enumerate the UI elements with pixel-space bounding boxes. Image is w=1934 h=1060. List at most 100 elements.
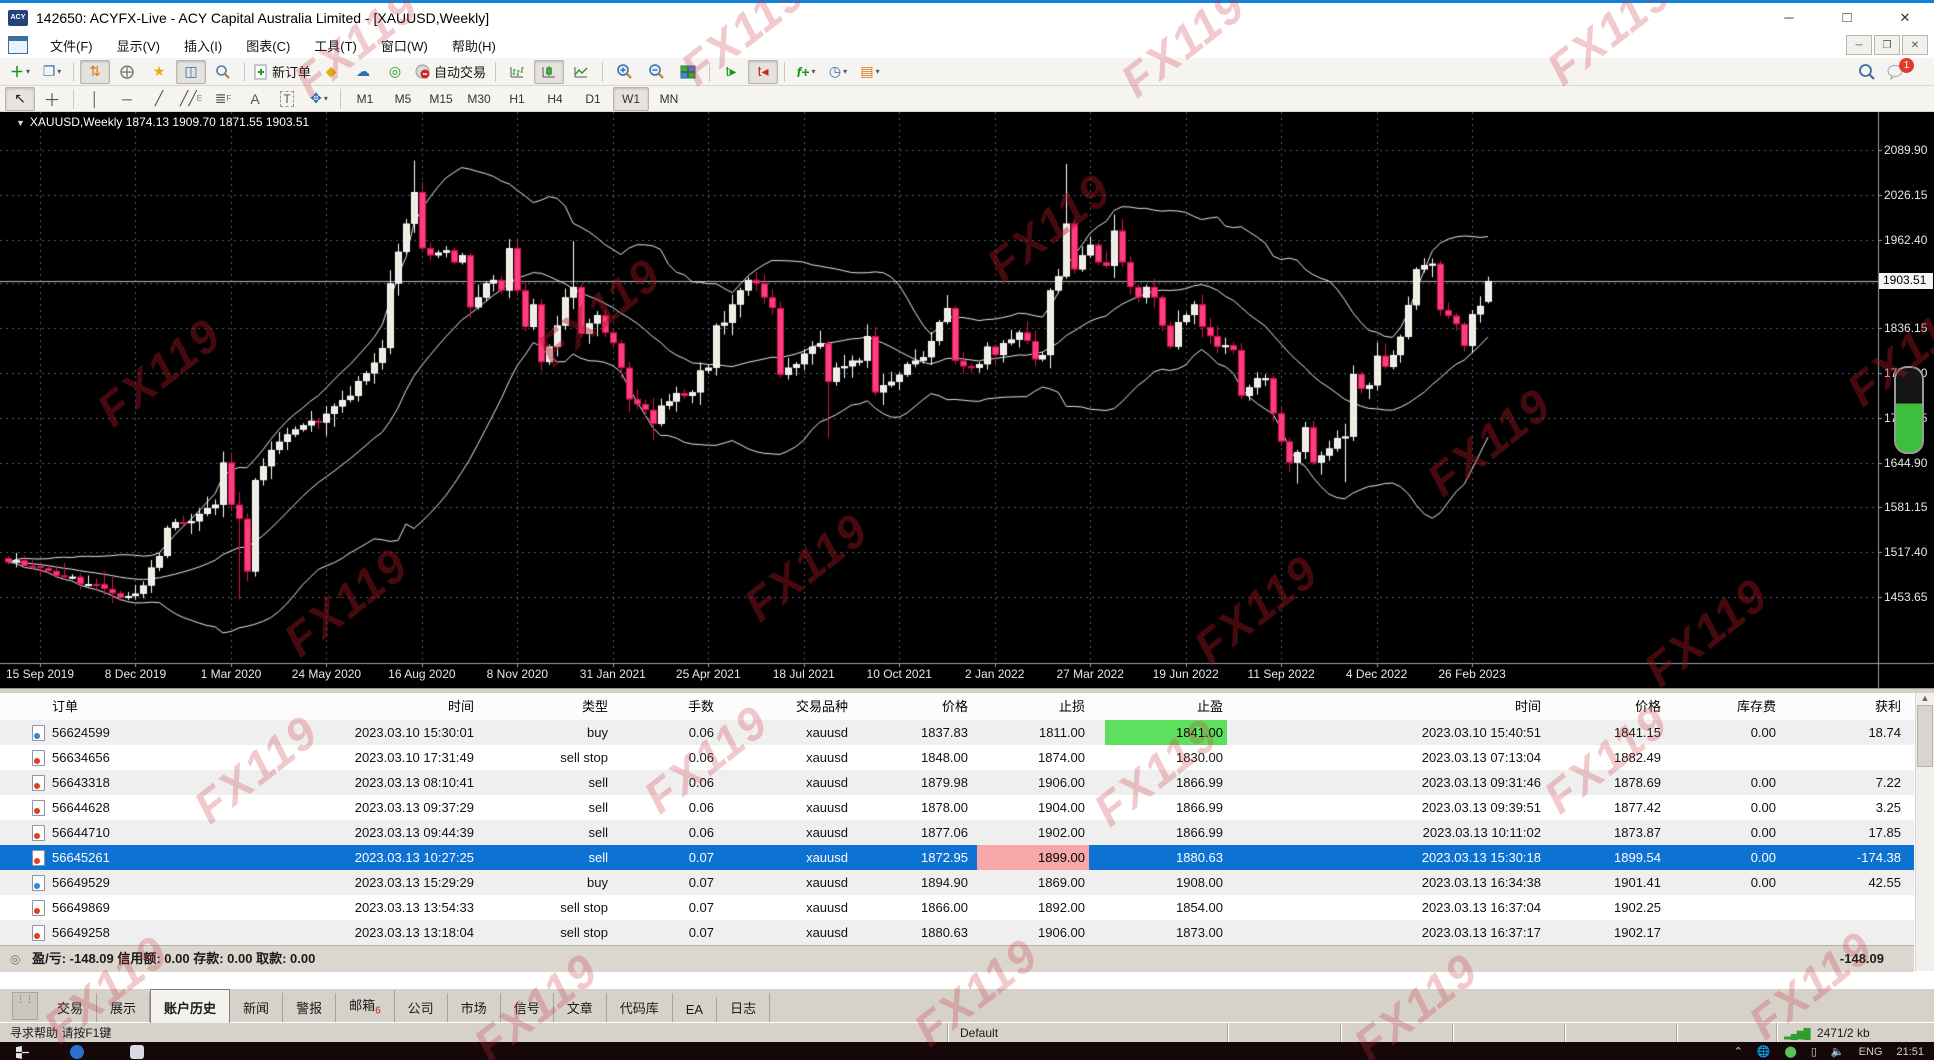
tray-chevron-icon[interactable]: ⌃ [1734,1045,1743,1058]
menu-item-5[interactable]: 工具(T) [302,32,369,59]
horizontal-line-tool-button[interactable]: ─ [112,87,142,111]
text-tool-button[interactable]: A [240,87,270,111]
table-row[interactable]: 566452612023.03.13 10:27:25sell0.07xauus… [0,845,1914,870]
tab-信号[interactable]: 信号 [501,993,554,1023]
bar-chart-type-button[interactable] [502,60,532,84]
tab-邮箱[interactable]: 邮箱6 [336,990,395,1023]
timeframe-button-h4[interactable]: H4 [537,87,573,111]
column-header-time[interactable]: 时间 [260,694,478,719]
column-header-lots[interactable]: 手数 [616,694,718,719]
column-header-profit[interactable]: 获利 [1762,694,1905,719]
tray-monitor-icon[interactable]: ▯ [1811,1045,1817,1058]
crosshair-tool-button[interactable]: ＋ [37,87,67,111]
menu-item-3[interactable]: 插入(I) [172,32,234,59]
profiles-button[interactable]: ❐▾ [37,60,67,84]
vertical-line-tool-button[interactable]: │ [80,87,110,111]
notifications-icon[interactable]: 1 [1884,60,1923,84]
timeframe-button-m5[interactable]: M5 [385,87,421,111]
tray-clock[interactable]: 21:51 [1896,1046,1924,1058]
price-chart-canvas[interactable] [0,112,1934,688]
broadcast-button[interactable]: ◎ [380,60,410,84]
column-header-sl[interactable]: 止损 [977,694,1089,719]
templates-button[interactable]: ▤▾ [855,60,885,84]
window-maximize-button[interactable]: □ [1818,3,1876,32]
table-row[interactable]: 566447102023.03.13 09:44:39sell0.06xauus… [0,820,1914,845]
metaeditor-button[interactable]: ◆ [316,60,346,84]
history-table-header[interactable]: 订单时间类型手数交易品种价格止损止盈时间价格库存费获利 [0,693,1914,721]
timeframe-button-m1[interactable]: M1 [347,87,383,111]
table-row[interactable]: 566433182023.03.13 08:10:41sell0.06xauus… [0,770,1914,795]
scrollbar-thumb[interactable] [1917,705,1933,767]
column-header-tp[interactable]: 止盈 [1105,694,1227,719]
tab-市场[interactable]: 市场 [448,993,501,1023]
windows-start-icon[interactable] [16,1046,29,1059]
timeframe-button-h1[interactable]: H1 [499,87,535,111]
status-profile-selector[interactable]: Default [948,1023,1228,1043]
zoom-in-button[interactable] [609,60,639,84]
tab-展示[interactable]: 展示 [97,993,150,1023]
menu-item-4[interactable]: 图表(C) [234,32,302,59]
zoom-out-button[interactable] [641,60,671,84]
chart-minimize-button[interactable]: ─ [1846,35,1872,55]
panel-grip-handle[interactable]: ⋮⋮ [12,992,38,1020]
tile-windows-button[interactable] [673,60,703,84]
mql5-community-button[interactable]: ☁ [348,60,378,84]
window-close-button[interactable]: ✕ [1876,3,1934,32]
table-row[interactable]: 566346562023.03.10 17:31:49sell stop0.06… [0,745,1914,770]
tab-文章[interactable]: 文章 [554,993,607,1023]
menu-item-7[interactable]: 帮助(H) [440,32,508,59]
terminal-button[interactable]: ◫ [176,60,206,84]
timeframe-button-m30[interactable]: M30 [461,87,497,111]
chart-shift-button[interactable]: t◂ [748,60,778,84]
table-row[interactable]: 566446282023.03.13 09:37:29sell0.06xauus… [0,795,1914,820]
channel-tool-button[interactable]: ╱╱E [176,87,206,111]
periods-button[interactable]: ◷▾ [823,60,853,84]
taskbar-app-icon[interactable] [70,1045,84,1059]
chart-close-button[interactable]: ✕ [1902,35,1928,55]
tab-警报[interactable]: 警报 [283,993,336,1023]
scroll-up-icon[interactable]: ▲ [1921,693,1930,703]
auto-scroll-button[interactable]: t▸ [716,60,746,84]
tray-network-icon[interactable]: 🌐 [1757,1045,1771,1058]
new-chart-button[interactable]: ＋▾ [5,60,35,84]
tab-交易[interactable]: 交易 [44,993,97,1023]
taskbar-app-icon[interactable] [130,1045,144,1059]
column-header-cprice[interactable]: 价格 [1543,694,1665,719]
trendline-tool-button[interactable]: ╱ [144,87,174,111]
navigator-button[interactable]: ★ [144,60,174,84]
market-watch-button[interactable]: ⇅ [80,60,110,84]
autotrading-button[interactable]: 自动交易 [412,60,489,84]
line-chart-type-button[interactable] [566,60,596,84]
column-header-ctime[interactable]: 时间 [1320,694,1545,719]
strategy-tester-button[interactable] [208,60,238,84]
timeframe-button-mn[interactable]: MN [651,87,687,111]
tab-账户历史[interactable]: 账户历史 [150,989,230,1023]
table-row[interactable]: 566495292023.03.13 15:29:29buy0.07xauusd… [0,870,1914,895]
menu-item-6[interactable]: 窗口(W) [369,32,440,59]
tab-公司[interactable]: 公司 [395,993,448,1023]
chart-restore-button[interactable]: ❐ [1874,35,1900,55]
column-header-symbol[interactable]: 交易品种 [730,694,852,719]
column-header-type[interactable]: 类型 [490,694,612,719]
menu-item-2[interactable]: 显示(V) [105,32,172,59]
tray-volume-icon[interactable]: 🔈 [1831,1045,1845,1058]
tab-代码库[interactable]: 代码库 [607,993,673,1023]
table-row[interactable]: 566498692023.03.13 13:54:33sell stop0.07… [0,895,1914,920]
fibonacci-tool-button[interactable]: ≣F [208,87,238,111]
search-icon[interactable] [1852,60,1882,84]
tray-shield-icon[interactable]: ⬤ [1785,1045,1797,1058]
data-window-button[interactable]: ⨁ [112,60,142,84]
cursor-tool-button[interactable]: ↖ [5,87,35,111]
candlestick-type-button[interactable] [534,60,564,84]
tab-日志[interactable]: 日志 [717,993,770,1023]
table-scrollbar[interactable]: ▲ [1915,693,1934,971]
column-header-id[interactable]: 订单 [52,694,252,719]
timeframe-button-m15[interactable]: M15 [423,87,459,111]
chevron-down-icon[interactable]: ▼ [16,118,25,128]
label-tool-button[interactable]: T [272,87,302,111]
tab-EA[interactable]: EA [673,997,717,1023]
column-header-price[interactable]: 价格 [850,694,972,719]
table-row[interactable]: 566245992023.03.10 15:30:01buy0.06xauusd… [0,720,1914,745]
table-row[interactable]: 566492582023.03.13 13:18:04sell stop0.07… [0,920,1914,945]
tab-新闻[interactable]: 新闻 [230,993,283,1023]
